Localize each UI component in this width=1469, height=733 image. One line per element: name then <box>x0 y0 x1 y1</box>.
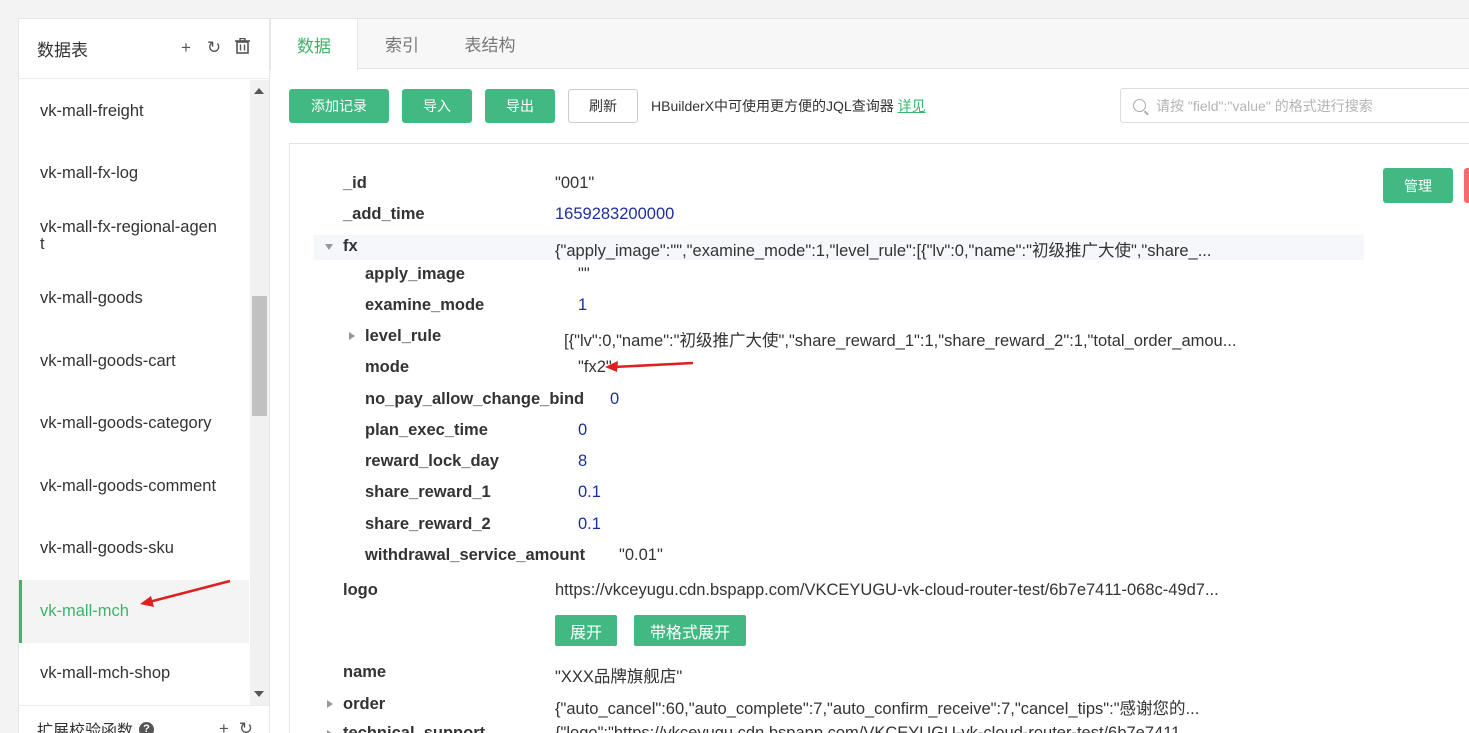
field-key[interactable]: level_rule <box>365 327 441 346</box>
field-value: {"auto_cancel":60,"auto_complete":7,"aut… <box>555 700 1200 718</box>
field-key: withdrawal_service_amount <box>365 546 586 564</box>
field-value: "XXX品牌旗舰店" <box>555 668 683 686</box>
scroll-thumb[interactable] <box>252 296 267 416</box>
add-record-button[interactable]: 添加记录 <box>289 89 389 123</box>
field-value: 0.1 <box>578 483 601 501</box>
table-list-panel: 数据表 + ↻ vk-mall-freight vk-mall-fx-log v… <box>18 18 271 733</box>
extension-validation-section: 扩展校验函数 ? + ↻ <box>19 705 271 733</box>
field-key: _id <box>343 174 367 192</box>
field-value: {"logo":"https://vkceyugu.cdn.bspapp.com… <box>555 724 1195 733</box>
expand-formatted-button[interactable]: 带格式展开 <box>634 615 746 646</box>
expand-caret-icon[interactable] <box>327 700 333 708</box>
tab-index[interactable]: 索引 <box>358 19 446 68</box>
field-key[interactable]: order <box>343 695 385 714</box>
help-icon[interactable]: ? <box>139 721 155 733</box>
field-value: [{"lv":0,"name":"初级推广大使","share_reward_1… <box>564 332 1237 350</box>
table-item-vk-mall-goods-category[interactable]: vk-mall-goods-category <box>19 393 249 456</box>
export-button[interactable]: 导出 <box>485 89 555 123</box>
field-value: 0.1 <box>578 515 601 533</box>
jql-tip: HBuilderX中可使用更方便的JQL查询器 详见 <box>651 96 926 116</box>
field-value: "001" <box>555 174 595 192</box>
table-item-vk-mall-fx-regional-agent[interactable]: vk-mall-fx-regional-agen t <box>19 205 249 268</box>
field-key: plan_exec_time <box>365 421 488 439</box>
field-value: "" <box>578 265 590 283</box>
field-key[interactable]: technical_support <box>343 724 485 733</box>
table-item-vk-mall-goods-comment[interactable]: vk-mall-goods-comment <box>19 455 249 518</box>
field-key: apply_image <box>365 265 465 283</box>
table-item-vk-mall-freight[interactable]: vk-mall-freight <box>19 80 249 143</box>
tab-schema[interactable]: 表结构 <box>446 19 534 68</box>
annotation-arrow-icon <box>140 579 231 607</box>
field-key: reward_lock_day <box>365 452 499 470</box>
annotation-arrow-icon <box>605 361 694 372</box>
jql-tip-link[interactable]: 详见 <box>898 98 926 114</box>
field-key: no_pay_allow_change_bind <box>365 390 585 408</box>
search-placeholder: 请按 "field":"value" 的格式进行搜索 <box>1156 97 1373 114</box>
expand-button[interactable]: 展开 <box>555 615 617 646</box>
tab-bar: 数据 索引 表结构 <box>270 19 1469 70</box>
table-item-vk-mall-goods-cart[interactable]: vk-mall-goods-cart <box>19 330 249 393</box>
toolbar: 添加记录 导入 导出 刷新 HBuilderX中可使用更方便的JQL查询器 详见 <box>289 89 926 123</box>
manage-button[interactable]: 管理 <box>1383 168 1453 203</box>
search-input[interactable]: 请按 "field":"value" 的格式进行搜索 <box>1120 88 1469 123</box>
field-value: 1659283200000 <box>555 205 675 223</box>
plus-icon[interactable]: + <box>219 719 229 733</box>
collapse-caret-icon[interactable] <box>325 244 333 250</box>
field-key: examine_mode <box>365 296 485 314</box>
refresh-icon[interactable]: ↻ <box>205 38 223 59</box>
import-button[interactable]: 导入 <box>402 89 472 123</box>
extension-validation-label: 扩展校验函数 <box>37 723 134 733</box>
field-value: {"apply_image":"","examine_mode":1,"leve… <box>555 242 1212 260</box>
jql-tip-text: HBuilderX中可使用更方便的JQL查询器 <box>651 98 894 114</box>
field-key: name <box>343 663 387 681</box>
trash-icon[interactable] <box>233 37 251 59</box>
field-key: logo <box>343 581 378 599</box>
table-list: vk-mall-freight vk-mall-fx-log vk-mall-f… <box>19 80 249 705</box>
refresh-button[interactable]: 刷新 <box>568 89 638 123</box>
table-item-label: vk-mall-fx-regional-agen t <box>40 218 217 254</box>
delete-button[interactable] <box>1464 168 1469 203</box>
table-list-scrollbar[interactable] <box>250 80 269 705</box>
table-list-header: 数据表 + ↻ <box>19 19 269 79</box>
field-key: share_reward_1 <box>365 483 491 501</box>
table-item-vk-mall-mch-shop[interactable]: vk-mall-mch-shop <box>19 643 249 706</box>
main-panel: 数据 索引 表结构 添加记录 导入 导出 刷新 HBuilderX中可使用更方便… <box>270 18 1469 733</box>
field-value: 0 <box>578 421 588 439</box>
refresh-icon[interactable]: ↻ <box>239 719 253 733</box>
record-card: 管理 _id "001" _add_time 1659283200000 fx … <box>289 143 1469 733</box>
table-item-vk-mall-goods[interactable]: vk-mall-goods <box>19 268 249 331</box>
plus-icon[interactable]: + <box>177 38 195 59</box>
search-icon <box>1133 99 1146 112</box>
tab-data[interactable]: 数据 <box>270 19 358 70</box>
field-value: "0.01" <box>619 546 663 564</box>
field-key: mode <box>365 358 410 376</box>
field-key: share_reward_2 <box>365 515 491 533</box>
expand-caret-icon[interactable] <box>349 332 355 340</box>
field-key[interactable]: fx <box>343 237 358 256</box>
scroll-down-arrow-icon[interactable] <box>254 691 264 697</box>
table-item-vk-mall-goods-sku[interactable]: vk-mall-goods-sku <box>19 518 249 581</box>
field-value: https://vkceyugu.cdn.bspapp.com/VKCEYUGU… <box>555 581 1219 599</box>
scroll-up-arrow-icon[interactable] <box>254 88 264 94</box>
table-list-title: 数据表 <box>37 41 88 60</box>
table-item-vk-mall-fx-log[interactable]: vk-mall-fx-log <box>19 143 249 206</box>
field-key: _add_time <box>343 205 425 223</box>
field-value: 8 <box>578 452 588 470</box>
field-value: 1 <box>578 296 588 314</box>
field-value: 0 <box>610 390 620 408</box>
